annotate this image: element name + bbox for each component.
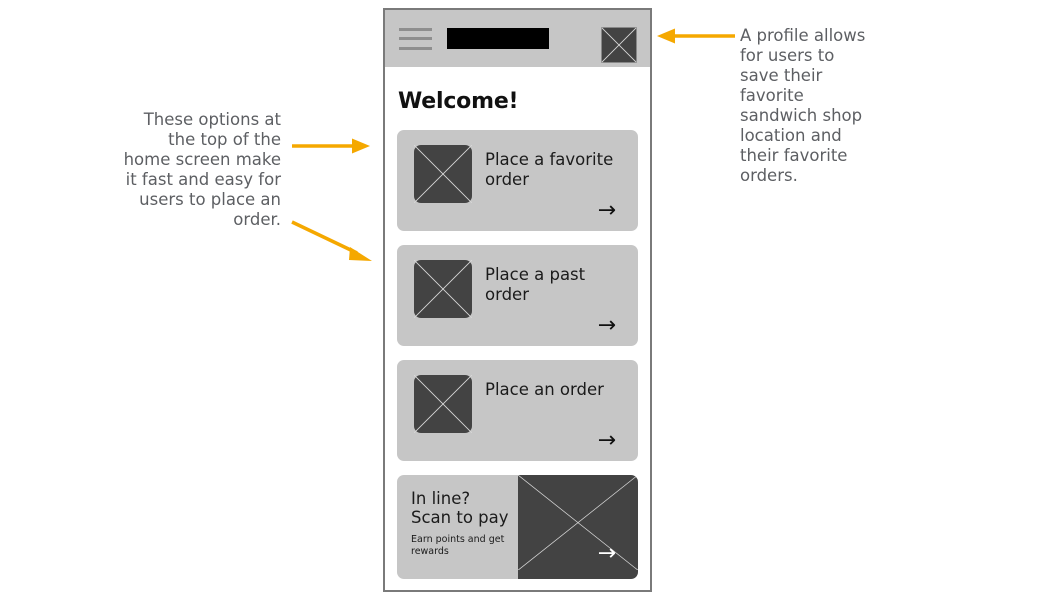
phone-screen: Welcome! Place a favorite order → Place …	[385, 10, 650, 590]
hamburger-line	[399, 46, 432, 50]
promo-heading-line2: Scan to pay	[411, 508, 509, 527]
card-image-placeholder	[414, 260, 472, 318]
arrow-right-icon[interactable]: →	[598, 543, 616, 565]
promo-text-pane: In line? Scan to pay Earn points and get…	[397, 475, 518, 579]
annotation-arrow-bottom-icon	[291, 220, 372, 261]
arrow-right-icon[interactable]: →	[598, 315, 616, 337]
option-card-favorite-order[interactable]: Place a favorite order →	[397, 130, 638, 231]
card-image-placeholder	[414, 145, 472, 203]
option-card-past-order[interactable]: Place a past order →	[397, 245, 638, 346]
option-card-label: Place an order	[485, 380, 604, 399]
hamburger-line	[399, 27, 432, 31]
hamburger-line	[399, 37, 432, 40]
option-card-place-order[interactable]: Place an order →	[397, 360, 638, 461]
option-card-label: Place a favorite order	[485, 150, 614, 189]
app-title-placeholder	[447, 28, 549, 49]
annotation-left-text: These options at the top of the home scr…	[123, 110, 281, 229]
screen-body: Welcome! Place a favorite order → Place …	[385, 89, 650, 579]
annotation-right-text: A profile allows for users to save their…	[740, 26, 866, 185]
placeholder-cross-icon	[601, 27, 637, 63]
annotation-arrow-top-icon	[292, 138, 370, 154]
placeholder-cross-icon	[517, 475, 638, 571]
placeholder-cross-icon	[414, 145, 472, 203]
option-card-label: Place a past order	[485, 265, 586, 304]
promo-card-scan-to-pay[interactable]: In line? Scan to pay Earn points and get…	[397, 475, 638, 579]
promo-image-placeholder: →	[517, 475, 638, 579]
annotation-arrow-right-icon	[657, 28, 735, 44]
phone-mockup-frame: Welcome! Place a favorite order → Place …	[383, 8, 652, 592]
promo-subtitle: Earn points and get rewards	[411, 534, 505, 557]
promo-heading-line1: In line?	[411, 489, 471, 508]
placeholder-cross-icon	[414, 260, 472, 318]
page-title: Welcome!	[398, 89, 519, 114]
placeholder-cross-icon	[414, 375, 472, 433]
app-bar	[385, 10, 650, 67]
arrow-right-icon[interactable]: →	[598, 200, 616, 222]
profile-avatar-icon[interactable]	[601, 27, 637, 63]
arrow-right-icon[interactable]: →	[598, 430, 616, 452]
hamburger-menu-icon[interactable]	[399, 27, 432, 50]
card-image-placeholder	[414, 375, 472, 433]
